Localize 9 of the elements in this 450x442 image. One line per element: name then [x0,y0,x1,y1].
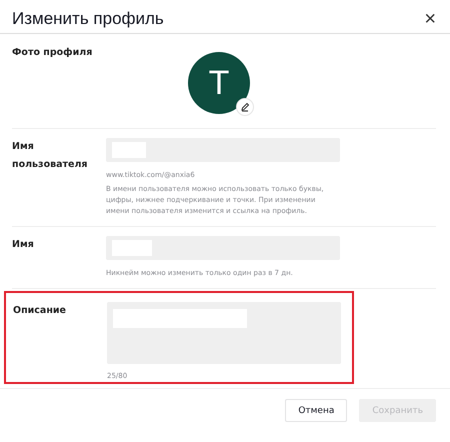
dialog-title: Изменить профиль [12,9,164,29]
field-label: Имя [12,238,35,252]
field-label: Описание [13,304,68,318]
close-button[interactable]: × [422,9,438,29]
avatar[interactable]: T [188,52,250,114]
pencil-icon[interactable] [236,98,254,116]
cancel-button[interactable]: Отмена [285,399,348,422]
field-label: Фото профиля [12,46,94,60]
field-label: Имя пользователя [12,140,89,172]
